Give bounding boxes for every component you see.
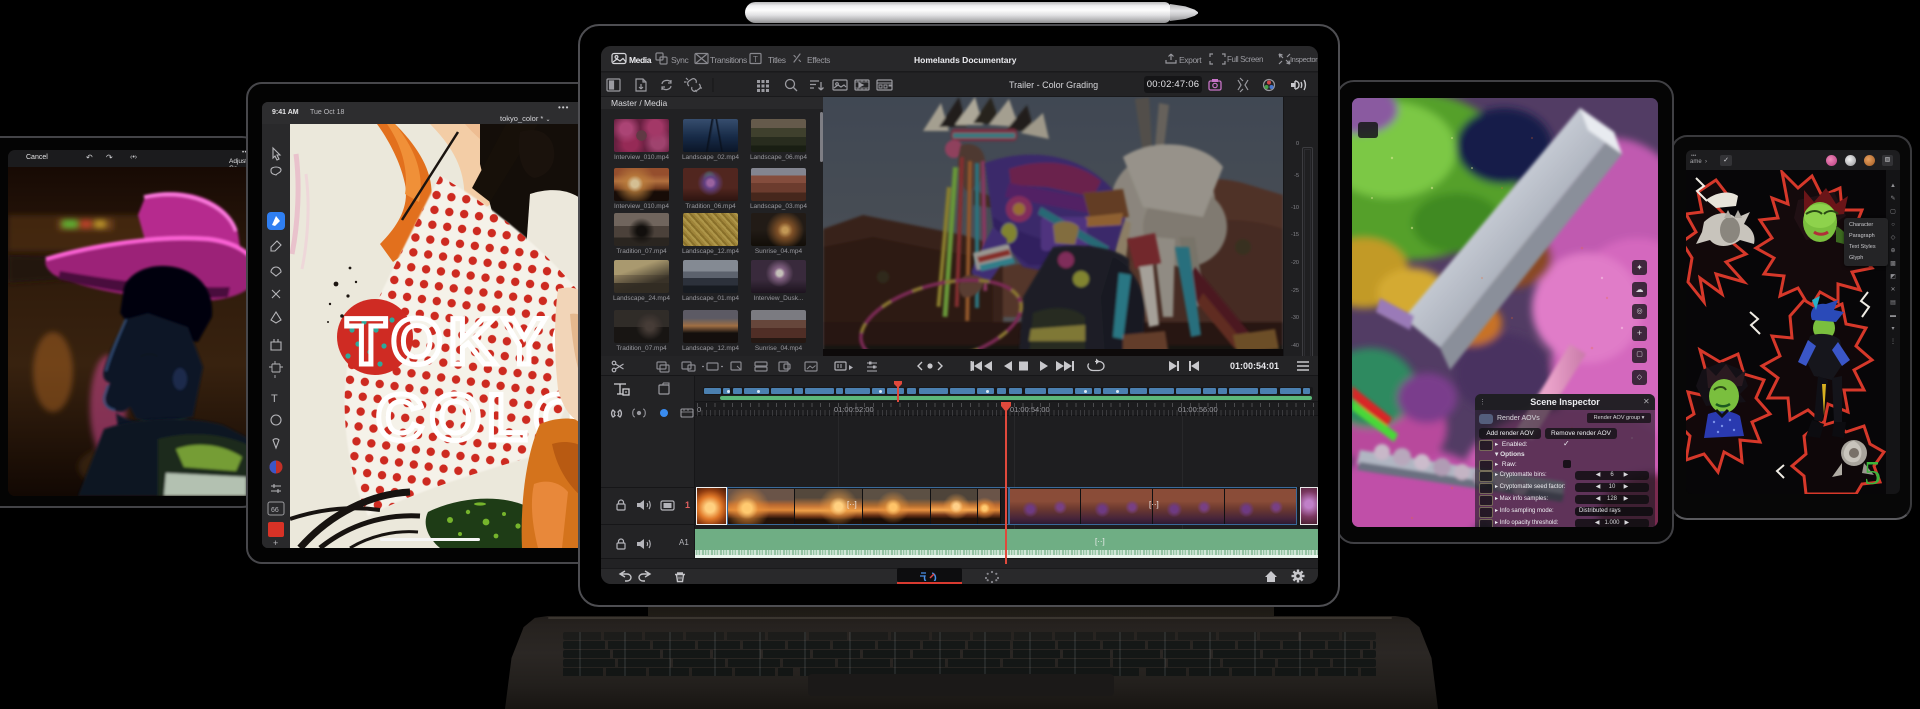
svg-text:66: 66 bbox=[271, 507, 279, 514]
svg-text:5: 5 bbox=[1864, 455, 1881, 492]
svg-text:+: + bbox=[273, 538, 278, 548]
svg-text:T: T bbox=[271, 393, 278, 405]
svg-text:T: T bbox=[753, 55, 758, 64]
